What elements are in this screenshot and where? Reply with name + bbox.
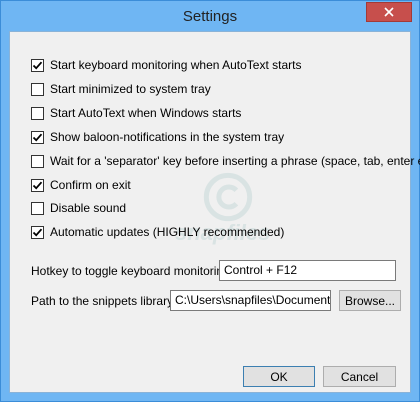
option-label: Automatic updates (HIGHLY recommended) [50,225,285,239]
close-x-icon [384,7,394,17]
option-disable-sound[interactable]: Disable sound [31,200,126,216]
checkmark-icon [32,61,43,70]
close-button[interactable] [366,2,412,22]
checkbox[interactable] [31,130,44,144]
checkbox[interactable] [31,82,44,96]
option-label: Show baloon-notifications in the system … [50,130,285,144]
browse-button[interactable]: Browse... [339,290,401,311]
snippets-path-label: Path to the snippets library: [31,294,177,308]
snippets-path-input[interactable]: C:\Users\snapfiles\Documents\c [170,290,331,311]
option-start-minimized[interactable]: Start minimized to system tray [31,81,211,97]
option-start-with-windows[interactable]: Start AutoText when Windows starts [31,105,241,121]
checkbox[interactable] [31,201,44,215]
option-automatic-updates[interactable]: Automatic updates (HIGHLY recommended) [31,224,284,240]
option-label: Start minimized to system tray [50,82,211,96]
copyright-icon [203,172,253,222]
option-label: Wait for a 'separator' key before insert… [50,154,420,168]
option-balloon-notifications[interactable]: Show baloon-notifications in the system … [31,129,284,145]
checkmark-icon [32,133,43,142]
hotkey-label: Hotkey to toggle keyboard monitoring: [31,264,234,278]
option-label: Start AutoText when Windows starts [50,106,242,120]
checkbox[interactable] [31,58,44,72]
option-start-monitoring[interactable]: Start keyboard monitoring when AutoText … [31,57,301,73]
settings-window: Settings snapfiles Start keyboard monito… [0,0,420,402]
checkbox[interactable] [31,154,44,168]
option-label: Disable sound [50,201,127,215]
checkbox[interactable] [31,178,44,192]
checkmark-icon [32,228,43,237]
option-label: Start keyboard monitoring when AutoText … [50,58,302,72]
hotkey-input[interactable]: Control + F12 [219,260,396,281]
window-title: Settings [182,8,238,25]
checkbox[interactable] [31,225,44,239]
settings-panel: snapfiles Start keyboard monitoring when… [9,31,420,393]
option-wait-separator[interactable]: Wait for a 'separator' key before insert… [31,153,420,169]
title-bar[interactable]: Settings [1,1,419,31]
cancel-button[interactable]: Cancel [323,366,396,387]
checkmark-icon [32,181,43,190]
option-confirm-exit[interactable]: Confirm on exit [31,177,131,193]
checkbox[interactable] [31,106,44,120]
option-label: Confirm on exit [50,178,131,192]
ok-button[interactable]: OK [243,366,315,387]
